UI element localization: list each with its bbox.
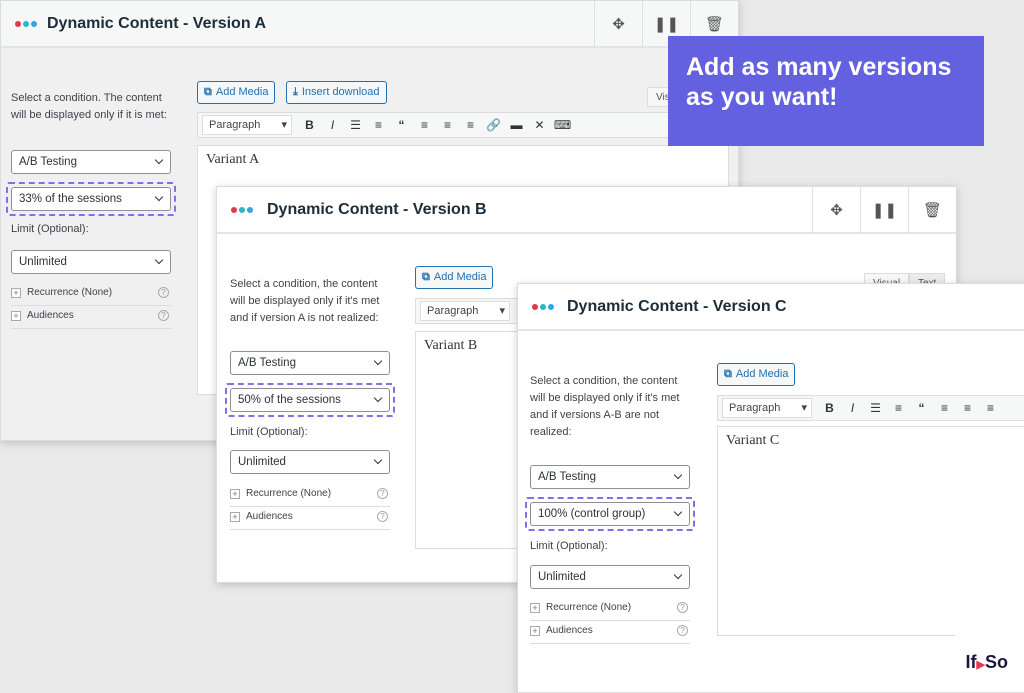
expand-icon[interactable]: +: [530, 626, 540, 636]
recurrence-label: Recurrence (None): [27, 287, 113, 298]
panel-title: Dynamic Content - Version C: [567, 298, 787, 315]
expand-icon[interactable]: +: [230, 512, 240, 522]
banner-line-2: as you want!: [686, 83, 838, 111]
insert-download-button[interactable]: ⤓ Insert download: [286, 81, 387, 104]
align-left-icon[interactable]: ≡: [413, 118, 436, 132]
expand-icon[interactable]: +: [11, 311, 21, 321]
add-media-button[interactable]: ⧉ Add Media: [415, 266, 494, 289]
paragraph-select[interactable]: Paragraph: [722, 398, 812, 418]
numbered-list-icon[interactable]: ≡: [887, 401, 910, 415]
panel-header: Dynamic Content - Version A ✥ ❚❚ 🗑: [1, 1, 738, 48]
help-icon[interactable]: ?: [158, 287, 169, 298]
align-left-icon[interactable]: ≡: [933, 401, 956, 415]
expand-icon[interactable]: +: [11, 288, 21, 298]
ifso-logo: If▶So: [965, 652, 1008, 672]
editor-toolbar: Paragraph BI☰≡“≡≡≡🔗▬✕⌨: [197, 112, 737, 138]
audiences-label: Audiences: [27, 310, 74, 321]
banner-line-1: Add as many versions: [686, 53, 952, 81]
trash-icon[interactable]: 🗑: [908, 187, 956, 233]
recurrence-row[interactable]: + Recurrence (None)?: [530, 599, 690, 621]
audiences-row[interactable]: + Audiences?: [230, 508, 390, 530]
audiences-row[interactable]: + Audiences?: [530, 622, 690, 644]
condition-select[interactable]: A/B Testing: [11, 150, 171, 174]
move-icon[interactable]: ✥: [594, 1, 642, 47]
recurrence-label: Recurrence (None): [546, 602, 632, 613]
logo-dots-icon: [532, 304, 554, 310]
bullet-list-icon[interactable]: ☰: [864, 401, 887, 415]
align-right-icon[interactable]: ≡: [979, 401, 1002, 415]
help-icon[interactable]: ?: [377, 488, 388, 499]
add-media-button[interactable]: ⧉ Add Media: [717, 363, 796, 386]
panel-title: Dynamic Content - Version A: [47, 15, 266, 32]
move-icon[interactable]: ✥: [812, 187, 860, 233]
help-icon[interactable]: ?: [158, 310, 169, 321]
editor-toolbar: Paragraph BI☰≡“≡≡≡: [717, 395, 1024, 421]
blockquote-icon[interactable]: “: [910, 401, 933, 415]
sessions-select[interactable]: 33% of the sessions: [11, 187, 171, 211]
blockquote-icon[interactable]: “: [390, 118, 413, 132]
recurrence-label: Recurrence (None): [246, 488, 332, 499]
italic-icon[interactable]: I: [841, 401, 864, 415]
condition-instructions: Select a condition. The content will be …: [11, 92, 167, 121]
sessions-select[interactable]: 100% (control group): [530, 502, 690, 526]
help-icon[interactable]: ?: [377, 511, 388, 522]
expand-icon[interactable]: +: [530, 603, 540, 613]
align-right-icon[interactable]: ≡: [459, 118, 482, 132]
audiences-row[interactable]: + Audiences?: [11, 307, 171, 329]
fullscreen-icon[interactable]: ✕: [528, 118, 551, 132]
bold-icon[interactable]: B: [298, 118, 321, 132]
condition-select[interactable]: A/B Testing: [530, 465, 690, 489]
paragraph-select[interactable]: Paragraph: [420, 301, 510, 321]
limit-label: Limit (Optional):: [530, 540, 608, 552]
panel-header: Dynamic Content - Version C: [518, 284, 1024, 331]
pause-icon[interactable]: ❚❚: [860, 187, 908, 233]
add-media-button[interactable]: ⧉ Add Media: [197, 81, 276, 104]
expand-icon[interactable]: +: [230, 489, 240, 499]
bullet-list-icon[interactable]: ☰: [344, 118, 367, 132]
recurrence-row[interactable]: + Recurrence (None)?: [230, 485, 390, 507]
help-icon[interactable]: ?: [677, 602, 688, 613]
limit-label: Limit (Optional):: [11, 223, 89, 235]
bold-icon[interactable]: B: [818, 401, 841, 415]
logo-dots-icon: [231, 207, 253, 213]
align-center-icon[interactable]: ≡: [436, 118, 459, 132]
audiences-label: Audiences: [246, 511, 293, 522]
limit-label: Limit (Optional):: [230, 426, 308, 438]
numbered-list-icon[interactable]: ≡: [367, 118, 390, 132]
logo-dots-icon: [15, 21, 37, 27]
recurrence-row[interactable]: + Recurrence (None)?: [11, 284, 171, 306]
condition-instructions: Select a condition, the content will be …: [530, 375, 680, 438]
panel-title: Dynamic Content - Version B: [267, 201, 487, 218]
link-icon[interactable]: 🔗: [482, 118, 505, 132]
italic-icon[interactable]: I: [321, 118, 344, 132]
sessions-select[interactable]: 50% of the sessions: [230, 388, 390, 412]
read-more-icon[interactable]: ▬: [505, 118, 528, 132]
condition-select[interactable]: A/B Testing: [230, 351, 390, 375]
limit-select[interactable]: Unlimited: [11, 250, 171, 274]
help-icon[interactable]: ?: [677, 625, 688, 636]
align-center-icon[interactable]: ≡: [956, 401, 979, 415]
paragraph-select[interactable]: Paragraph: [202, 115, 292, 135]
limit-select[interactable]: Unlimited: [230, 450, 390, 474]
audiences-label: Audiences: [546, 625, 593, 636]
limit-select[interactable]: Unlimited: [530, 565, 690, 589]
keyboard-icon[interactable]: ⌨: [551, 118, 574, 132]
promo-banner: Add as many versions as you want!: [668, 36, 984, 146]
condition-instructions: Select a condition, the content will be …: [230, 278, 380, 324]
panel-header: Dynamic Content - Version B ✥ ❚❚ 🗑: [217, 187, 956, 234]
